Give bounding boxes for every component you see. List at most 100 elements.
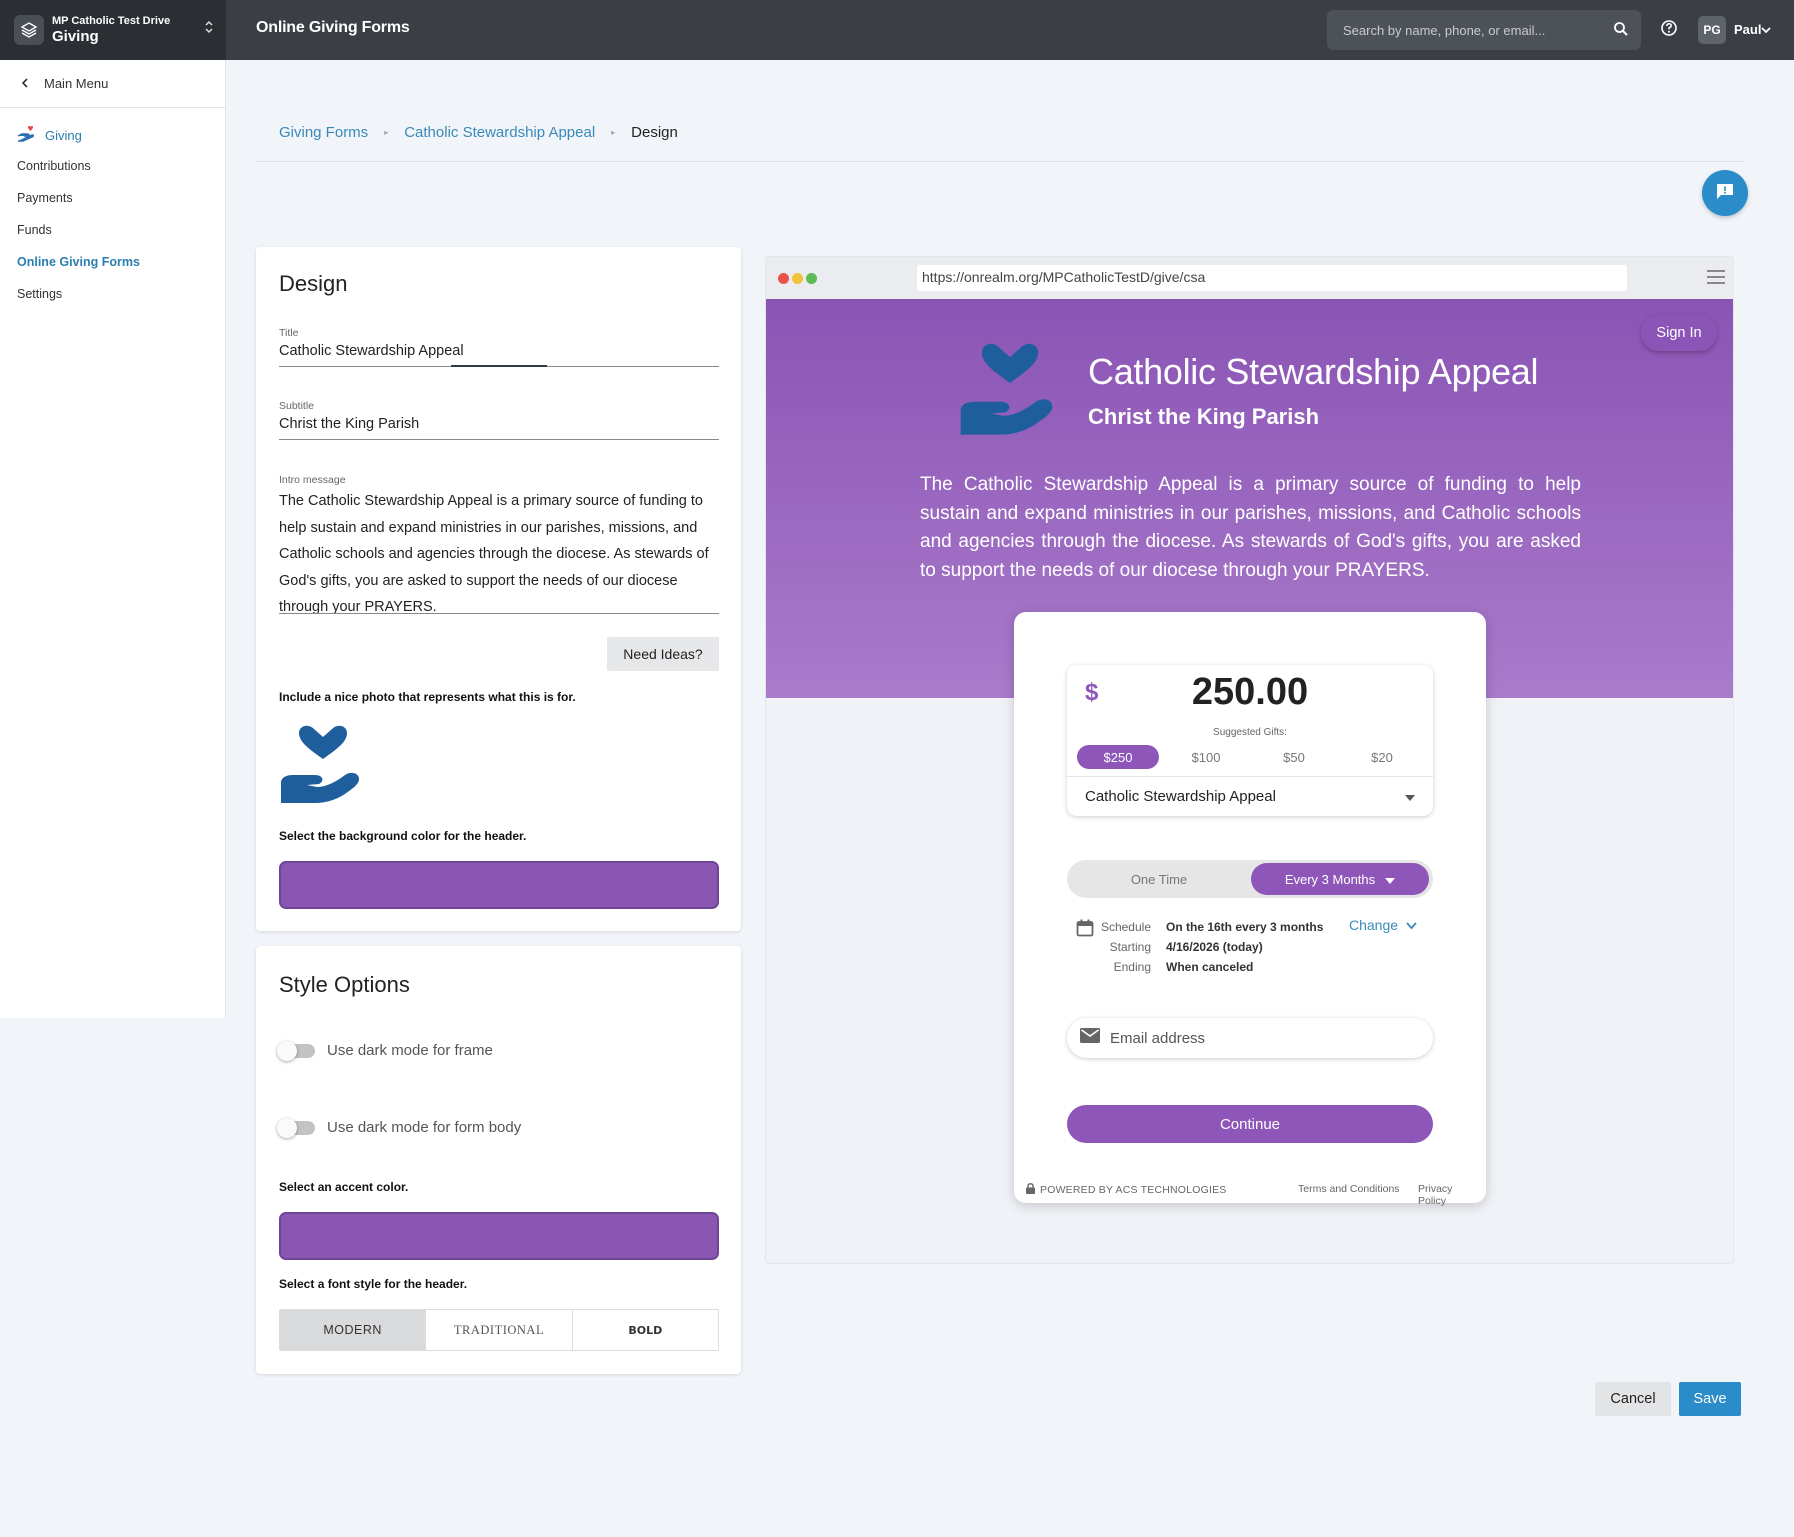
intro-textarea[interactable]: The Catholic Stewardship Appeal is a pri…: [279, 488, 719, 621]
giving-hand-heart-icon: [17, 125, 37, 146]
hand-heart-icon: [281, 725, 359, 803]
help-icon[interactable]: [1660, 19, 1678, 42]
caret-down-icon: [1385, 872, 1396, 887]
lock-icon: [1026, 1183, 1035, 1197]
style-options-card: Style Options Use dark mode for frame Us…: [256, 946, 741, 1374]
sidebar-item-contributions[interactable]: Contributions: [0, 150, 225, 182]
field-underline: [279, 613, 719, 614]
amount-box: $ 250.00 Suggested Gifts: $250 $100 $50 …: [1067, 665, 1433, 816]
subtitle-input[interactable]: Christ the King Parish: [279, 416, 719, 432]
field-underline: [279, 439, 719, 440]
design-heading: Design: [279, 271, 348, 296]
divider: [256, 161, 1744, 162]
gift-option[interactable]: $50: [1253, 745, 1335, 769]
recurring-label: Every 3 Months: [1284, 871, 1376, 887]
sidebar-item-settings[interactable]: Settings: [0, 278, 225, 310]
search-input[interactable]: [1327, 10, 1641, 50]
title-input[interactable]: Catholic Stewardship Appeal: [279, 343, 719, 359]
gift-option[interactable]: $250: [1077, 745, 1159, 769]
starting-value: 4/16/2026 (today): [1166, 940, 1263, 954]
accent-hint: Select an accent color.: [279, 1180, 409, 1194]
preview-subtitle: Christ the King Parish: [1088, 404, 1320, 429]
recurring-option[interactable]: Every 3 Months: [1251, 863, 1429, 895]
powered-by-label: POWERED BY ACS TECHNOLOGIES: [1040, 1184, 1227, 1196]
subtitle-field[interactable]: Subtitle Christ the King Parish: [279, 400, 719, 440]
terms-link[interactable]: Terms and Conditions: [1298, 1183, 1400, 1195]
sidebar-item-payments[interactable]: Payments: [0, 182, 225, 214]
search-icon[interactable]: [1613, 21, 1629, 42]
dark-body-toggle-row[interactable]: Use dark mode for form body: [277, 1117, 522, 1138]
breadcrumb-form[interactable]: Catholic Stewardship Appeal: [404, 124, 595, 141]
field-focus-indicator: [451, 365, 547, 367]
subtitle-label: Subtitle: [279, 400, 315, 412]
change-schedule-button[interactable]: Change: [1349, 917, 1417, 933]
breadcrumb-current: Design: [631, 124, 678, 141]
page-heading: Online Giving Forms: [256, 19, 410, 36]
font-modern-button[interactable]: MODERN: [280, 1310, 427, 1350]
feedback-button[interactable]: [1702, 170, 1748, 216]
suggested-gifts-label: Suggested Gifts:: [1213, 727, 1287, 738]
dark-frame-toggle-row[interactable]: Use dark mode for frame: [277, 1040, 493, 1061]
intro-label: Intro message: [279, 474, 346, 486]
cancel-button[interactable]: Cancel: [1595, 1382, 1671, 1416]
dark-body-label: Use dark mode for form body: [327, 1119, 522, 1136]
continue-button[interactable]: Continue: [1067, 1105, 1433, 1143]
sidebar-section-giving[interactable]: Giving: [0, 120, 225, 150]
chevron-down-icon: [1406, 917, 1417, 933]
dark-frame-toggle[interactable]: [277, 1040, 315, 1061]
schedule-value: On the 16th every 3 months: [1166, 920, 1324, 934]
need-ideas-button[interactable]: Need Ideas?: [607, 637, 719, 671]
user-menu-name[interactable]: Paul: [1734, 22, 1761, 37]
dark-body-toggle[interactable]: [277, 1117, 315, 1138]
window-minimize-dot: [792, 273, 803, 284]
bg-color-hint: Select the background color for the head…: [279, 829, 527, 843]
font-style-selector: MODERN TRADITIONAL BOLD: [279, 1309, 719, 1351]
chevron-down-icon[interactable]: [1760, 23, 1772, 41]
fund-select[interactable]: Catholic Stewardship Appeal: [1067, 776, 1433, 816]
title-label: Title: [279, 327, 299, 339]
privacy-link[interactable]: Privacy Policy: [1418, 1183, 1474, 1207]
amount-input[interactable]: 250.00: [1067, 671, 1433, 714]
form-photo[interactable]: [279, 725, 367, 810]
accent-color-picker[interactable]: [279, 1212, 719, 1260]
font-bold-button[interactable]: BOLD: [572, 1310, 718, 1350]
title-field[interactable]: Title Catholic Stewardship Appeal: [279, 327, 719, 367]
breadcrumb-giving-forms[interactable]: Giving Forms: [279, 124, 368, 141]
gift-option[interactable]: $100: [1165, 745, 1247, 769]
caret-down-icon: [1405, 788, 1415, 805]
schedule-summary: Schedule On the 16th every 3 months Start…: [1076, 917, 1323, 977]
one-time-option[interactable]: One Time: [1067, 860, 1251, 898]
top-bar: MP Catholic Test Drive Giving Online Giv…: [0, 0, 1794, 60]
avatar[interactable]: PG: [1698, 16, 1726, 44]
form-preview: https://onrealm.org/MPCatholicTestD/give…: [765, 256, 1734, 1264]
window-close-dot: [778, 273, 789, 284]
main-menu-label: Main Menu: [44, 76, 109, 91]
header-bg-color-picker[interactable]: [279, 861, 719, 909]
sidebar: Main Menu Giving Contributions Payments …: [0, 60, 226, 1018]
email-input[interactable]: [1110, 1029, 1410, 1047]
powered-by: POWERED BY ACS TECHNOLOGIES: [1026, 1183, 1226, 1197]
window-maximize-dot: [806, 273, 817, 284]
url-bar: https://onrealm.org/MPCatholicTestD/give…: [917, 265, 1627, 291]
chat-bubble-icon: [1715, 181, 1735, 206]
chevron-left-icon: [20, 76, 30, 91]
email-field: [1067, 1018, 1433, 1058]
save-button[interactable]: Save: [1679, 1382, 1741, 1416]
gift-option[interactable]: $20: [1341, 745, 1423, 769]
preview-intro: The Catholic Stewardship Appeal is a pri…: [920, 474, 1581, 581]
sign-in-button[interactable]: Sign In: [1641, 315, 1717, 351]
layers-icon: [14, 15, 44, 45]
intro-field[interactable]: Intro message The Catholic Stewardship A…: [279, 474, 719, 615]
sidebar-section-label: Giving: [45, 127, 82, 143]
main-menu-link[interactable]: Main Menu: [0, 60, 225, 108]
sidebar-item-funds[interactable]: Funds: [0, 214, 225, 246]
font-traditional-button[interactable]: TRADITIONAL: [426, 1310, 573, 1350]
breadcrumb: Giving Forms ▸ Catholic Stewardship Appe…: [279, 124, 678, 141]
dark-frame-label: Use dark mode for frame: [327, 1042, 493, 1059]
sidebar-item-online-giving-forms[interactable]: Online Giving Forms: [0, 246, 225, 278]
style-options-heading: Style Options: [279, 972, 410, 997]
chevron-updown-icon: [204, 19, 214, 37]
font-hint: Select a font style for the header.: [279, 1277, 468, 1291]
envelope-icon: [1080, 1028, 1100, 1048]
org-switcher[interactable]: MP Catholic Test Drive Giving: [0, 0, 226, 60]
